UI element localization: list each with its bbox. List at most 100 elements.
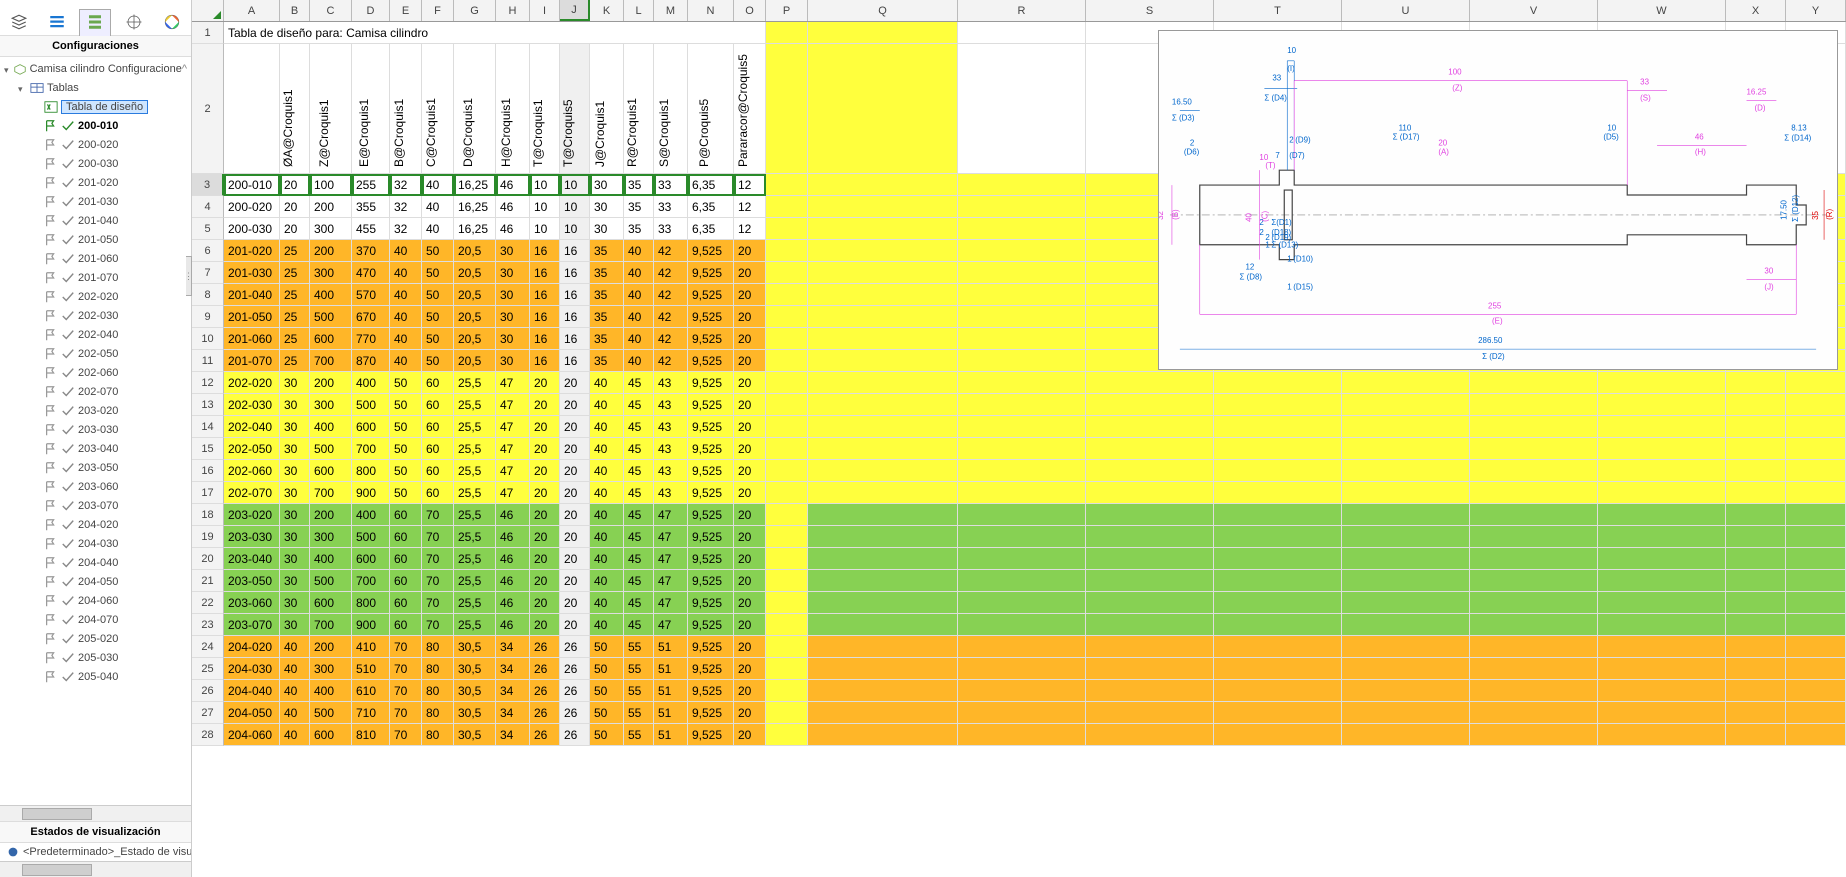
- cell[interactable]: 47: [496, 394, 530, 416]
- cell[interactable]: 30: [280, 548, 310, 570]
- cell[interactable]: 400: [310, 284, 352, 306]
- cell[interactable]: 40: [590, 460, 624, 482]
- cell[interactable]: 10: [560, 196, 590, 218]
- cell[interactable]: 40: [590, 504, 624, 526]
- cell[interactable]: [958, 416, 1086, 438]
- config-item[interactable]: 201-060: [0, 249, 191, 268]
- col-header-N[interactable]: N: [688, 0, 734, 21]
- cell[interactable]: 20: [560, 526, 590, 548]
- cell[interactable]: 203-070: [224, 614, 280, 636]
- cell[interactable]: 20,5: [454, 350, 496, 372]
- cell[interactable]: [1086, 636, 1214, 658]
- cell[interactable]: 40: [624, 350, 654, 372]
- cell[interactable]: [1214, 614, 1342, 636]
- row-header[interactable]: 10: [192, 328, 224, 350]
- cell[interactable]: 50: [390, 372, 422, 394]
- cell[interactable]: 51: [654, 636, 688, 658]
- config-item[interactable]: 204-020: [0, 515, 191, 534]
- cell[interactable]: [808, 680, 958, 702]
- cell[interactable]: [1470, 526, 1598, 548]
- tree-root-item[interactable]: Camisa cilindro Configuracione ^: [0, 59, 191, 78]
- cell[interactable]: 20: [280, 174, 310, 196]
- cell[interactable]: [1786, 372, 1846, 394]
- cell[interactable]: 47: [654, 614, 688, 636]
- cell[interactable]: [808, 218, 958, 240]
- cell[interactable]: 9,525: [688, 394, 734, 416]
- col-header-M[interactable]: M: [654, 0, 688, 21]
- cell[interactable]: 16: [530, 350, 560, 372]
- cell[interactable]: [1470, 592, 1598, 614]
- cell[interactable]: 202-070: [224, 482, 280, 504]
- config-item[interactable]: 200-020: [0, 135, 191, 154]
- cell[interactable]: 50: [590, 658, 624, 680]
- cell[interactable]: 47: [654, 504, 688, 526]
- cell[interactable]: 25,5: [454, 416, 496, 438]
- cell[interactable]: [1726, 416, 1786, 438]
- cell[interactable]: 16: [560, 284, 590, 306]
- cell[interactable]: [1086, 680, 1214, 702]
- col-header-E[interactable]: E: [390, 0, 422, 21]
- cell[interactable]: 20: [530, 372, 560, 394]
- cell[interactable]: [766, 174, 808, 196]
- cell[interactable]: 40: [422, 174, 454, 196]
- col-header-X[interactable]: X: [1726, 0, 1786, 21]
- config-item[interactable]: 201-030: [0, 192, 191, 211]
- cell[interactable]: 200: [310, 504, 352, 526]
- cell[interactable]: 500: [352, 526, 390, 548]
- cell[interactable]: 30: [280, 438, 310, 460]
- cell[interactable]: 34: [496, 702, 530, 724]
- cell[interactable]: 80: [422, 724, 454, 746]
- cell[interactable]: [958, 724, 1086, 746]
- cell[interactable]: 10: [560, 174, 590, 196]
- cell[interactable]: 46: [496, 504, 530, 526]
- cell[interactable]: 20: [734, 306, 766, 328]
- cell[interactable]: [808, 614, 958, 636]
- cell[interactable]: [1086, 372, 1214, 394]
- cell[interactable]: [1086, 592, 1214, 614]
- cell[interactable]: 25,5: [454, 482, 496, 504]
- cell[interactable]: 16: [560, 262, 590, 284]
- cell[interactable]: 200-030: [224, 218, 280, 240]
- cell[interactable]: 9,525: [688, 482, 734, 504]
- cell[interactable]: 300: [310, 394, 352, 416]
- cell[interactable]: [766, 482, 808, 504]
- cell[interactable]: [1086, 526, 1214, 548]
- cell[interactable]: 42: [654, 350, 688, 372]
- cell[interactable]: 40: [390, 240, 422, 262]
- cell[interactable]: [1726, 394, 1786, 416]
- cell[interactable]: 16: [560, 306, 590, 328]
- cell[interactable]: 16: [530, 328, 560, 350]
- cell[interactable]: [1214, 394, 1342, 416]
- cell[interactable]: 40: [590, 526, 624, 548]
- cell[interactable]: 51: [654, 702, 688, 724]
- cell[interactable]: 25,5: [454, 592, 496, 614]
- cell[interactable]: 800: [352, 592, 390, 614]
- cell[interactable]: 20: [734, 548, 766, 570]
- cell[interactable]: [1598, 680, 1726, 702]
- row-header[interactable]: 17: [192, 482, 224, 504]
- cell[interactable]: [1726, 614, 1786, 636]
- viz-horizontal-scrollbar[interactable]: [0, 861, 191, 877]
- cell[interactable]: 9,525: [688, 504, 734, 526]
- cell[interactable]: 45: [624, 482, 654, 504]
- cell[interactable]: 20: [560, 416, 590, 438]
- cell[interactable]: 30: [496, 328, 530, 350]
- cell[interactable]: 200: [310, 240, 352, 262]
- cell[interactable]: 40: [390, 328, 422, 350]
- cell[interactable]: 700: [352, 570, 390, 592]
- cell[interactable]: [808, 504, 958, 526]
- cell[interactable]: [766, 614, 808, 636]
- cell[interactable]: 20,5: [454, 240, 496, 262]
- cell[interactable]: 40: [280, 724, 310, 746]
- cell[interactable]: [1342, 438, 1470, 460]
- cell[interactable]: 26: [560, 658, 590, 680]
- cell[interactable]: [958, 526, 1086, 548]
- cell[interactable]: [1470, 724, 1598, 746]
- cell[interactable]: 35: [590, 262, 624, 284]
- cell[interactable]: 47: [654, 526, 688, 548]
- cell[interactable]: [1086, 394, 1214, 416]
- cell[interactable]: [766, 240, 808, 262]
- cell[interactable]: [1598, 416, 1726, 438]
- cell[interactable]: 202-020: [224, 372, 280, 394]
- cell[interactable]: 20,5: [454, 306, 496, 328]
